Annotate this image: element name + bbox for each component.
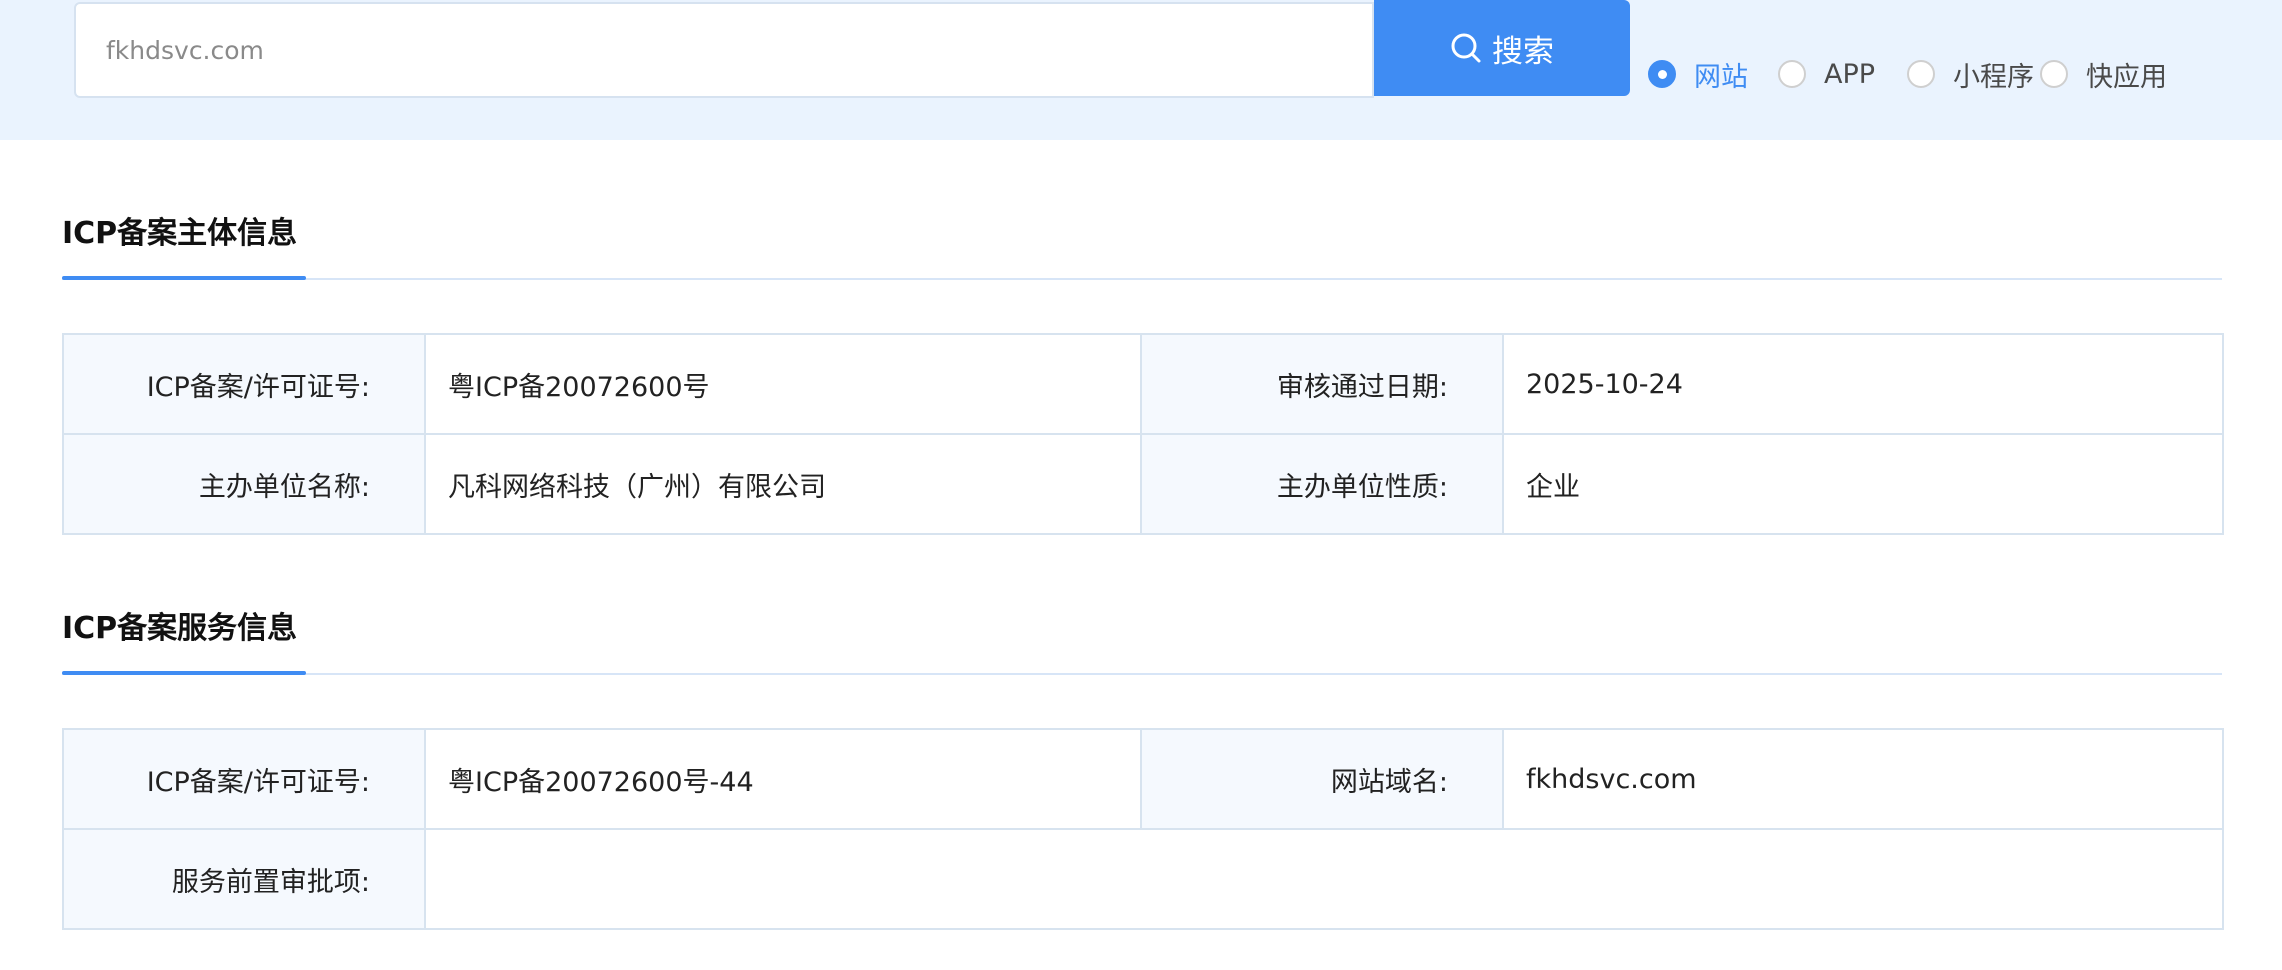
subject-section-divider	[62, 276, 2222, 280]
radio-unchecked-icon	[2040, 60, 2069, 88]
radio-unchecked-icon	[1778, 60, 1806, 88]
table-value: 粤ICP备20072600号-44	[424, 728, 1142, 830]
radio-label: 快应用	[2086, 61, 2168, 93]
radio-label: APP	[1824, 58, 1876, 90]
radio-unchecked-icon	[1907, 60, 1936, 88]
table-key: 服务前置审批项:	[62, 828, 426, 930]
radio-mini-program[interactable]: 小程序	[1907, 55, 2034, 94]
table-row: ICP备案/许可证号: 粤ICP备20072600号 审核通过日期: 2025-…	[62, 333, 2224, 435]
search-input[interactable]	[74, 2, 1374, 98]
table-key: ICP备案/许可证号:	[62, 333, 426, 435]
radio-quick-app[interactable]: 快应用	[2040, 55, 2167, 94]
table-row: ICP备案/许可证号: 粤ICP备20072600号-44 网站域名: fkhd…	[62, 728, 2224, 830]
radio-app[interactable]: APP	[1778, 59, 1875, 90]
service-info-table: ICP备案/许可证号: 粤ICP备20072600号-44 网站域名: fkhd…	[62, 728, 2224, 930]
table-value: 企业	[1502, 433, 2224, 535]
radio-label: 小程序	[1953, 61, 2035, 93]
search-button[interactable]: 搜索	[1374, 0, 1630, 96]
table-key: 主办单位性质:	[1140, 433, 1504, 535]
table-key: ICP备案/许可证号:	[62, 728, 426, 830]
table-value: 凡科网络科技（广州）有限公司	[424, 433, 1142, 535]
table-row: 主办单位名称: 凡科网络科技（广州）有限公司 主办单位性质: 企业	[62, 433, 2224, 535]
table-key: 网站域名:	[1140, 728, 1504, 830]
service-section-title: ICP备案服务信息	[62, 611, 298, 646]
table-value: fkhdsvc.com	[1502, 728, 2224, 830]
radio-label: 网站	[1694, 61, 1748, 93]
subject-section-title: ICP备案主体信息	[62, 216, 298, 251]
table-value: 2025-10-24	[1502, 333, 2224, 435]
search-button-label: 搜索	[1492, 33, 1554, 70]
table-value	[424, 828, 2224, 930]
radio-checked-icon	[1648, 60, 1676, 88]
table-value: 粤ICP备20072600号	[424, 333, 1142, 435]
table-row: 服务前置审批项:	[62, 828, 2224, 930]
service-section-divider	[62, 671, 2222, 675]
type-radio-group: 网站 APP 小程序 快应用	[1648, 52, 2167, 96]
table-key: 主办单位名称:	[62, 433, 426, 535]
radio-website[interactable]: 网站	[1648, 55, 1748, 94]
subject-info-table: ICP备案/许可证号: 粤ICP备20072600号 审核通过日期: 2025-…	[62, 333, 2224, 535]
search-icon	[1451, 33, 1481, 63]
table-key: 审核通过日期:	[1140, 333, 1504, 435]
